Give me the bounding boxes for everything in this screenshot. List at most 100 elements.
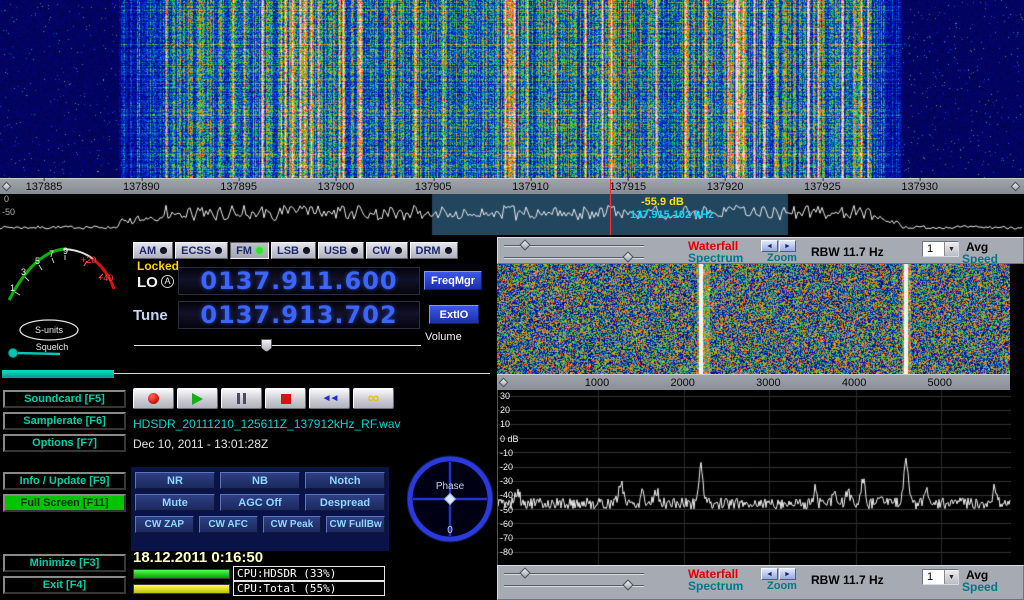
recording-file-date: Dec 10, 2011 - 13:01:28Z — [133, 437, 268, 451]
spectrum-label[interactable]: Spectrum — [688, 579, 743, 593]
mute-button[interactable]: Mute — [135, 494, 215, 511]
frequency-tick-label: 137900 — [318, 181, 355, 193]
play-icon — [192, 393, 203, 405]
info-update-button[interactable]: Info / Update [F9] — [3, 472, 126, 490]
recording-file-name: HDSDR_20111210_125611Z_137912kHz_RF.wav — [133, 417, 401, 431]
mode-led-icon — [256, 247, 263, 254]
mode-led-icon — [215, 247, 222, 254]
audio-spectrum-display[interactable] — [497, 390, 1011, 565]
rewind-icon: ◄◄ — [322, 393, 338, 404]
mode-drm-button[interactable]: DRM — [410, 242, 458, 259]
slider-handle[interactable] — [519, 239, 530, 250]
axis-handle[interactable] — [499, 378, 509, 388]
cw-zap-button[interactable]: CW ZAP — [135, 516, 194, 533]
record-button[interactable] — [133, 388, 174, 409]
audio-frequency-scale[interactable]: 10002000300040005000 — [497, 374, 1010, 390]
frequency-tick-label: 137890 — [123, 181, 160, 193]
hz-tick-label: 2000 — [670, 377, 694, 389]
nr-button[interactable]: NR — [135, 472, 215, 489]
slider-handle[interactable] — [519, 567, 530, 578]
frequency-tick-label: 137920 — [707, 181, 744, 193]
volume-handle[interactable] — [261, 339, 272, 352]
mode-fm-button[interactable]: FM — [230, 242, 269, 259]
rbw-readout: RBW 11.7 Hz — [811, 573, 884, 587]
volume-slider[interactable] — [134, 339, 421, 352]
tune-frequency-display[interactable]: 0137.913.702 — [178, 301, 420, 329]
extio-button[interactable]: ExtIO — [429, 305, 479, 324]
mode-usb-button[interactable]: USB — [318, 242, 364, 259]
speed-select[interactable]: 1▼ — [922, 241, 959, 257]
loop-button[interactable]: ∞ — [353, 388, 394, 409]
mode-selector: AMECSSFMLSBUSBCWDRM — [133, 242, 458, 259]
despread-button[interactable]: Despread — [305, 494, 385, 511]
zoom-out-button[interactable]: ◄ — [761, 240, 778, 252]
cw-afc-button[interactable]: CW AFC — [199, 516, 258, 533]
spectrum-gain-slider[interactable] — [504, 253, 644, 262]
soundcard-button[interactable]: Soundcard [F5] — [3, 390, 126, 408]
main-waterfall-display[interactable] — [0, 0, 1024, 178]
pause-button[interactable] — [221, 388, 262, 409]
zoom-in-button[interactable]: ► — [779, 240, 796, 252]
hz-tick-label: 5000 — [928, 377, 952, 389]
zoom-label: Zoom — [767, 580, 797, 592]
waterfall-gain-slider[interactable] — [504, 241, 644, 250]
slider-handle[interactable] — [623, 251, 634, 262]
exit-button[interactable]: Exit [F4] — [3, 576, 126, 594]
minimize-button[interactable]: Minimize [F3] — [3, 554, 126, 572]
rewind-button[interactable]: ◄◄ — [309, 388, 350, 409]
mode-lsb-button[interactable]: LSB — [271, 242, 316, 259]
mode-led-icon — [303, 247, 310, 254]
mode-am-button[interactable]: AM — [133, 242, 173, 259]
cw-fullbw-button[interactable]: CW FullBw — [326, 516, 385, 533]
speed-select[interactable]: 1▼ — [922, 569, 959, 585]
spectrum-label[interactable]: Spectrum — [688, 251, 743, 265]
mode-cw-button[interactable]: CW — [366, 242, 407, 259]
cpu-total-readout: CPU:Total (55%) — [233, 581, 385, 596]
frequency-tick-label: 137910 — [512, 181, 549, 193]
s-meter[interactable]: 1 3 5 7 9 +20 +40 S-units Squelch — [2, 238, 128, 366]
full-screen-button[interactable]: Full Screen [F11] — [3, 494, 126, 512]
slider-handle[interactable] — [623, 579, 634, 590]
frequency-tick-label: 137915 — [609, 181, 646, 193]
hz-tick-label: 4000 — [842, 377, 866, 389]
clock-readout: 18.12.2011 0:16:50 — [133, 549, 263, 566]
phase-dial[interactable]: Phase 0 — [407, 452, 493, 546]
frequency-tick-label: 137885 — [26, 181, 63, 193]
waterfall-gain-slider[interactable] — [504, 569, 644, 578]
scale-handle-right[interactable] — [1011, 182, 1021, 192]
playback-position-slider[interactable] — [2, 370, 490, 378]
notch-button[interactable]: Notch — [305, 472, 385, 489]
lo-frequency-display[interactable]: 0137.911.600 — [178, 267, 420, 295]
mode-led-icon — [395, 247, 402, 254]
svg-text:1: 1 — [10, 283, 15, 293]
spectrum-gain-slider[interactable] — [504, 581, 644, 590]
cw-peak-button[interactable]: CW Peak — [263, 516, 322, 533]
frequency-tick-label: 137930 — [901, 181, 938, 193]
mode-ecss-button[interactable]: ECSS — [175, 242, 228, 259]
phase-label: Phase — [436, 481, 465, 492]
zoom-in-button[interactable]: ► — [779, 568, 796, 580]
scale-handle-left[interactable] — [2, 182, 12, 192]
svg-text:+40: +40 — [98, 273, 113, 283]
progress-fill — [2, 370, 114, 378]
lo-lock-badge[interactable]: A — [161, 275, 174, 288]
play-button[interactable] — [177, 388, 218, 409]
audio-waterfall-display[interactable] — [497, 264, 1010, 374]
locked-status: Locked — [137, 259, 179, 273]
nb-button[interactable]: NB — [220, 472, 300, 489]
agc-off-button[interactable]: AGC Off — [220, 494, 300, 511]
hz-tick-label: 1000 — [585, 377, 609, 389]
samplerate-button[interactable]: Samplerate [F6] — [3, 412, 126, 430]
frequency-scale[interactable]: 1378851378901378951379001379051379101379… — [0, 178, 1024, 194]
frequency-tick-label: 137895 — [220, 181, 257, 193]
chevron-down-icon[interactable]: ▼ — [944, 570, 958, 584]
chevron-down-icon[interactable]: ▼ — [944, 242, 958, 256]
main-spectrum-display[interactable] — [0, 194, 1024, 235]
zoom-label: Zoom — [767, 252, 797, 264]
zoom-out-button[interactable]: ◄ — [761, 568, 778, 580]
options-button[interactable]: Options [F7] — [3, 434, 126, 452]
cursor-frequency-readout: 137.915.102 kHz — [630, 209, 714, 221]
freqmgr-button[interactable]: FreqMgr — [424, 271, 482, 290]
svg-text:9: 9 — [63, 246, 68, 256]
stop-button[interactable] — [265, 388, 306, 409]
